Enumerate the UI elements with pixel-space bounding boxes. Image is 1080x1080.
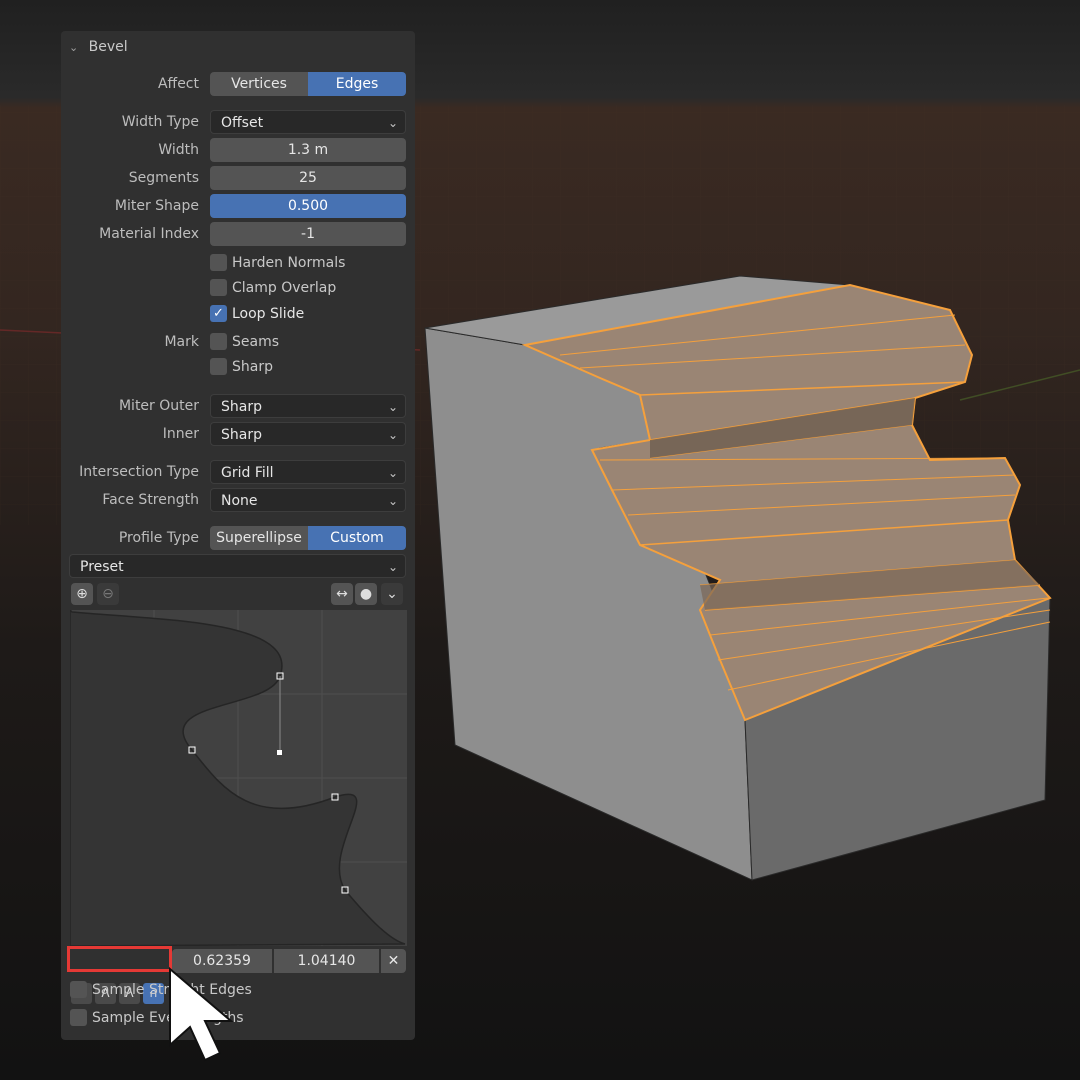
panel-header[interactable]: ⌄ Bevel (69, 37, 128, 57)
affect-label: Affect (157, 76, 199, 92)
point-y-field[interactable]: 1.04140 (274, 949, 379, 973)
chevron-down-icon: ⌄ (387, 428, 398, 442)
highlight-box (67, 946, 172, 972)
face-strength-value: None (221, 493, 258, 509)
segments-field[interactable]: 25 (210, 166, 406, 190)
mark-seams-text: Seams (232, 334, 280, 350)
miter-shape-label: Miter Shape (114, 198, 199, 214)
chevron-down-icon: ⌄ (387, 400, 398, 414)
close-icon[interactable]: ✕ (381, 949, 406, 973)
checkbox-box (70, 981, 87, 998)
checkbox-box (210, 333, 227, 350)
zoom-out-icon[interactable]: ⊖ (97, 583, 119, 605)
profile-type-label: Profile Type (118, 530, 199, 546)
clamp-overlap-text: Clamp Overlap (232, 280, 337, 296)
mouse-cursor-icon (169, 966, 234, 1062)
width-field[interactable]: 1.3 m (210, 138, 406, 162)
width-label: Width (158, 142, 199, 158)
horizontal-arrows-icon[interactable]: ↔ (331, 583, 353, 605)
miter-outer-label: Miter Outer (118, 398, 199, 414)
checkbox-box (210, 279, 227, 296)
dot-icon[interactable]: ● (355, 583, 377, 605)
width-type-dropdown[interactable]: Offset ⌄ (210, 110, 406, 134)
checkmark-icon: ✓ (210, 305, 227, 322)
face-strength-dropdown[interactable]: None ⌄ (210, 488, 406, 512)
chevron-down-icon: ⌄ (387, 494, 398, 508)
width-type-value: Offset (221, 115, 264, 131)
intersection-type-label: Intersection Type (79, 464, 199, 480)
face-strength-label: Face Strength (102, 492, 199, 508)
profile-curve-editor[interactable] (70, 610, 407, 946)
preset-dropdown[interactable]: Preset ⌄ (69, 554, 406, 578)
mark-sharp-text: Sharp (232, 359, 273, 375)
bevel-operator-panel: ⌄ Bevel Affect Vertices Edges Width Type… (61, 31, 415, 1040)
miter-outer-value: Sharp (221, 399, 262, 415)
miter-outer-dropdown[interactable]: Sharp ⌄ (210, 394, 406, 418)
zoom-in-icon[interactable]: ⊕ (71, 583, 93, 605)
material-index-field[interactable]: -1 (210, 222, 406, 246)
harden-normals-text: Harden Normals (232, 255, 346, 271)
curve-handle (277, 750, 282, 755)
chevron-down-icon: ⌄ (387, 560, 398, 574)
chevron-down-icon[interactable]: ⌄ (69, 41, 78, 54)
profile-custom-button[interactable]: Custom (308, 526, 406, 550)
profile-superellipse-button[interactable]: Superellipse (210, 526, 308, 550)
mark-label: Mark (164, 334, 199, 350)
inner-label: Inner (162, 426, 199, 442)
chevron-down-icon: ⌄ (387, 116, 398, 130)
affect-edges-button[interactable]: Edges (308, 72, 406, 96)
panel-title: Bevel (88, 39, 128, 55)
segments-label: Segments (128, 170, 199, 186)
miter-shape-field[interactable]: 0.500 (210, 194, 406, 218)
intersection-type-value: Grid Fill (221, 465, 274, 481)
material-index-label: Material Index (99, 226, 199, 242)
preset-text: Preset (80, 559, 124, 575)
checkbox-box (210, 254, 227, 271)
chevron-down-icon[interactable]: ⌄ (381, 583, 403, 605)
inner-value: Sharp (221, 427, 262, 443)
checkbox-box (70, 1009, 87, 1026)
inner-dropdown[interactable]: Sharp ⌄ (210, 422, 406, 446)
chevron-down-icon: ⌄ (387, 466, 398, 480)
width-type-label: Width Type (121, 114, 199, 130)
affect-vertices-button[interactable]: Vertices (210, 72, 308, 96)
checkbox-box (210, 358, 227, 375)
intersection-type-dropdown[interactable]: Grid Fill ⌄ (210, 460, 406, 484)
loop-slide-text: Loop Slide (232, 306, 305, 322)
